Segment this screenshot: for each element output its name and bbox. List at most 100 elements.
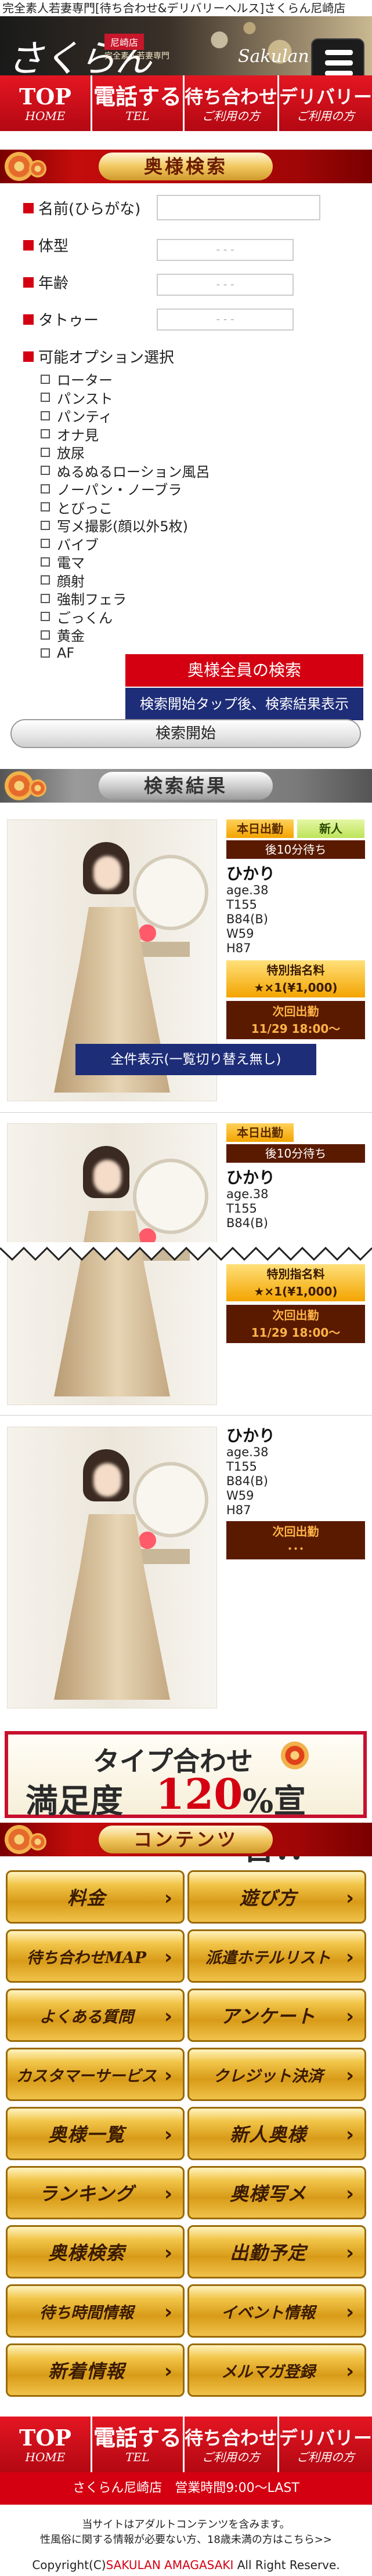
- checkbox-icon[interactable]: [41, 575, 50, 585]
- content-button-events[interactable]: イベント情報 ›: [187, 2284, 366, 2338]
- checkbox-icon[interactable]: [41, 612, 50, 622]
- option-checkbox[interactable]: オナ見: [41, 425, 210, 444]
- body-select[interactable]: - - -: [157, 239, 294, 261]
- content-button-howto[interactable]: 遊び方 ›: [187, 1870, 366, 1924]
- checkbox-icon[interactable]: [41, 630, 50, 640]
- content-button-customer-service[interactable]: カスタマーサービス ›: [6, 2048, 185, 2101]
- chevron-right-icon: ›: [346, 2005, 355, 2028]
- girl-info: 本日出勤 後10分待ち ひかり age.38 T155 B84(B) 特別指名料…: [226, 1123, 365, 1343]
- nav-delivery[interactable]: デリバリー ご利用の方: [279, 75, 372, 131]
- name-input[interactable]: [157, 195, 320, 220]
- nav-top[interactable]: TOP HOME: [0, 75, 92, 131]
- content-button-photo-diary[interactable]: 奥様写メ ›: [187, 2166, 366, 2219]
- footer-shop-hours: さくらん尼崎店 営業時間9:00～LAST: [0, 2472, 372, 2505]
- nav-meetup[interactable]: 待ち合わせ ご利用の方: [185, 75, 279, 131]
- checkbox-icon[interactable]: [41, 593, 50, 603]
- content-button-news[interactable]: 新着情報 ›: [6, 2343, 185, 2397]
- checkbox-icon[interactable]: [41, 539, 50, 549]
- content-button-newsletter[interactable]: メルマガ登録 ›: [187, 2343, 366, 2397]
- option-checkbox[interactable]: 顔射: [41, 571, 210, 590]
- nav-meetup[interactable]: 待ち合わせ ご利用の方: [185, 2417, 279, 2472]
- option-checkbox[interactable]: ぬるぬるローション風呂: [41, 462, 210, 480]
- chevron-right-icon: ›: [346, 1946, 355, 1969]
- girl-name[interactable]: ひかり: [226, 865, 365, 883]
- option-checkbox[interactable]: バイブ: [41, 535, 210, 553]
- option-label: ごっくん: [57, 609, 113, 626]
- girl-height: T155: [226, 1460, 257, 1474]
- hamburger-icon[interactable]: [311, 38, 364, 75]
- checkbox-icon[interactable]: [41, 520, 50, 530]
- content-button-wife-search[interactable]: 奥様検索 ›: [6, 2225, 185, 2279]
- brand-header[interactable]: さくらん 尼崎店 完全素人若妻専門 Sakulan: [0, 16, 372, 75]
- nav-tel-label: 電話する: [93, 2425, 182, 2451]
- divider: [0, 1415, 372, 1416]
- options-label-row: 可能オプション選択: [23, 346, 174, 367]
- checkbox-icon[interactable]: [41, 447, 50, 457]
- chevron-right-icon: ›: [164, 2360, 173, 2383]
- girl-card[interactable]: ひかり age.38 T155 B84(B) W59 H87 次回出勤 ･･･: [7, 1427, 365, 1708]
- checkbox-icon[interactable]: [41, 557, 50, 567]
- nav-delivery[interactable]: デリバリー ご利用の方: [279, 2417, 372, 2472]
- nav-top[interactable]: TOP HOME: [0, 2417, 92, 2472]
- button-label: 料金: [67, 1887, 106, 1909]
- girl-age: age.38: [226, 1445, 269, 1459]
- option-label: 写メ撮影(顔以外5枚): [57, 518, 188, 535]
- content-button-survey[interactable]: アンケート ›: [187, 1989, 366, 2042]
- option-checkbox[interactable]: パンティ: [41, 407, 210, 425]
- search-start-button[interactable]: 検索開始: [10, 719, 361, 748]
- option-checkbox[interactable]: ローター: [41, 370, 210, 389]
- button-label: 派遣ホテルリスト: [205, 1949, 331, 1967]
- content-button-new-wives[interactable]: 新人奥様 ›: [187, 2107, 366, 2160]
- option-checkbox[interactable]: ノーパン・ノーブラ: [41, 480, 210, 498]
- option-checkbox[interactable]: パンスト: [41, 389, 210, 407]
- chevron-right-icon: ›: [346, 2241, 355, 2265]
- girl-name[interactable]: ひかり: [226, 1169, 365, 1187]
- age-select[interactable]: - - -: [157, 274, 294, 296]
- full-view-toggle-tooltip[interactable]: 全件表示(一覧切り替え無し): [75, 1044, 316, 1075]
- content-button-ranking[interactable]: ランキング ›: [6, 2166, 185, 2219]
- next-shift: 次回出勤 11/29 18:00～: [226, 1001, 365, 1039]
- option-checkbox[interactable]: ごっくん: [41, 608, 210, 626]
- chevron-right-icon: ›: [346, 2123, 355, 2146]
- content-button-wife-list[interactable]: 奥様一覧 ›: [6, 2107, 185, 2160]
- adult-notice: 当サイトはアダルトコンテンツを含みます。: [82, 2519, 290, 2531]
- satisfaction-promo-banner[interactable]: タイプ合わせ 満足度 120 %宣言!!: [5, 1731, 367, 1867]
- option-checkbox[interactable]: とびっこ: [41, 498, 210, 517]
- girl-name[interactable]: ひかり: [226, 1427, 365, 1445]
- content-button-hotel-list[interactable]: 派遣ホテルリスト ›: [187, 1929, 366, 1983]
- checkbox-icon[interactable]: [41, 502, 50, 512]
- content-button-wait-time[interactable]: 待ち時間情報 ›: [6, 2284, 185, 2338]
- nav-top-sub: HOME: [25, 109, 66, 123]
- nav-top-sub: HOME: [25, 2450, 66, 2464]
- option-checkbox[interactable]: 写メ撮影(顔以外5枚): [41, 516, 210, 535]
- checkbox-icon[interactable]: [41, 429, 50, 439]
- button-label: 遊び方: [239, 1887, 297, 1909]
- checkbox-icon[interactable]: [41, 374, 50, 384]
- option-checkbox[interactable]: 放尿: [41, 443, 210, 462]
- checkbox-icon[interactable]: [41, 411, 50, 420]
- checkbox-icon[interactable]: [41, 466, 50, 476]
- checkbox-icon[interactable]: [41, 393, 50, 402]
- flower-icon: [29, 779, 46, 797]
- content-button-credit[interactable]: クレジット決済 ›: [187, 2048, 366, 2101]
- next-shift-value: ･･･: [287, 1542, 305, 1556]
- content-button-price[interactable]: 料金 ›: [6, 1870, 185, 1924]
- content-button-meetup-map[interactable]: 待ち合わせMAP ›: [6, 1929, 185, 1983]
- nomination-value: ★×1(¥1,000): [254, 1285, 338, 1298]
- option-label: パンスト: [57, 390, 113, 407]
- bullet-square: [23, 351, 34, 362]
- exit-link[interactable]: 性風俗に関する情報が必要ない方、18歳未満の方はこちら>>: [0, 2533, 372, 2548]
- nav-tel[interactable]: 電話する TEL: [92, 75, 185, 131]
- checkbox-icon[interactable]: [41, 648, 50, 658]
- option-checkbox[interactable]: 電マ: [41, 553, 210, 571]
- girl-photo[interactable]: [7, 1427, 217, 1708]
- option-checkbox[interactable]: 強制フェラ: [41, 589, 210, 608]
- nav-tel[interactable]: 電話する TEL: [92, 2417, 185, 2472]
- tattoo-select[interactable]: - - -: [157, 309, 294, 331]
- checkbox-icon[interactable]: [41, 484, 50, 494]
- option-checkbox[interactable]: 黄金: [41, 626, 210, 644]
- next-shift-value: 11/29 18:00～: [251, 1326, 341, 1340]
- content-button-faq[interactable]: よくある質問 ›: [6, 1989, 185, 2042]
- next-shift-value: 11/29 18:00～: [251, 1022, 341, 1036]
- content-button-schedule[interactable]: 出勤予定 ›: [187, 2225, 366, 2279]
